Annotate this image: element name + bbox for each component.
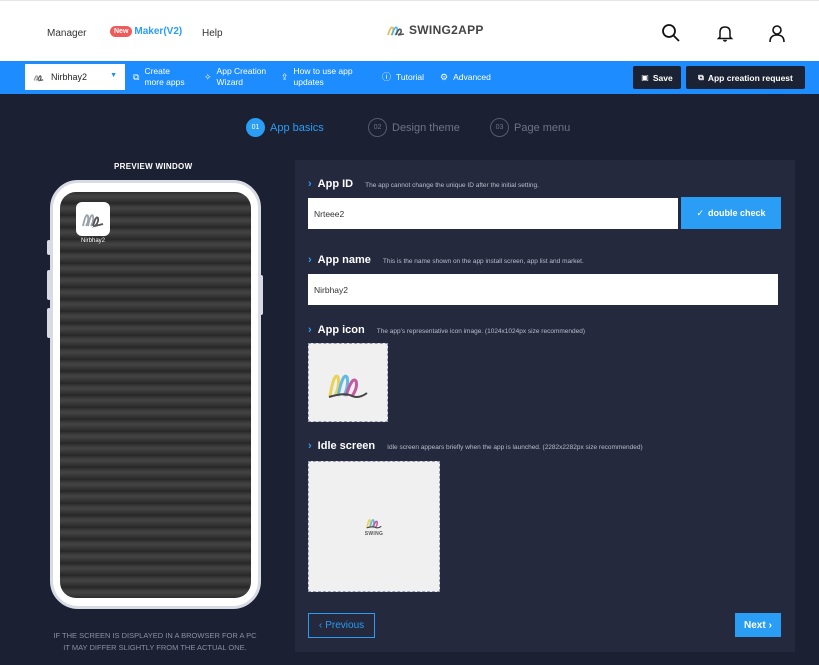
chevron-right-icon: › bbox=[768, 619, 773, 631]
step-label: App basics bbox=[270, 121, 324, 134]
nav-maker[interactable]: New Maker(V2) bbox=[110, 26, 182, 37]
chevron-right-icon: › bbox=[308, 440, 312, 452]
previous-label: Previous bbox=[325, 620, 365, 631]
app-logo-icon bbox=[366, 519, 382, 529]
tutorial-label: Tutorial bbox=[396, 72, 425, 82]
save-label: Save bbox=[652, 72, 673, 83]
nav-maker-label: Maker(V2) bbox=[134, 26, 183, 37]
idle-screen-heading: › Idle screen Idle screen appears briefl… bbox=[308, 440, 643, 452]
app-icon-upload[interactable] bbox=[308, 343, 388, 422]
chevron-right-icon: › bbox=[308, 254, 312, 266]
app-name-heading: › App name This is the name shown on the… bbox=[308, 254, 584, 266]
idle-screen-upload[interactable]: SWING bbox=[308, 461, 440, 592]
preview-title: PREVIEW WINDOW bbox=[114, 162, 193, 171]
copy-icon: ⧉ bbox=[698, 72, 704, 82]
step-label: Design theme bbox=[392, 121, 460, 134]
app-select[interactable]: Nirbhay2 ▼ bbox=[25, 64, 125, 90]
copy-icon: ⧉ bbox=[133, 71, 140, 82]
double-check-button[interactable]: ✓ double check bbox=[681, 197, 781, 229]
next-label: Next bbox=[743, 619, 766, 631]
step-design-theme[interactable]: 02 Design theme bbox=[368, 118, 460, 137]
bell-icon[interactable] bbox=[715, 23, 735, 43]
app-id-input[interactable]: Nrteee2 bbox=[308, 198, 678, 229]
app-name-input[interactable]: Nirbhay2 bbox=[308, 274, 778, 305]
logo-mark-icon bbox=[387, 26, 405, 36]
step-number: 01 bbox=[246, 118, 265, 137]
preview-note-line1: IF THE SCREEN IS DISPLAYED IN A BROWSER … bbox=[53, 631, 257, 640]
logo-text: SWING2APP bbox=[409, 23, 484, 37]
save-button[interactable]: ▣ Save bbox=[633, 66, 681, 89]
app-name-title: App name bbox=[317, 254, 371, 266]
step-label: Page menu bbox=[514, 121, 571, 134]
phone-screen: Nirbhay2 bbox=[60, 192, 251, 598]
save-icon: ▣ bbox=[641, 73, 649, 82]
app-creation-wizard-button[interactable]: ✧ App Creation Wizard bbox=[204, 66, 273, 88]
search-icon[interactable] bbox=[661, 23, 681, 43]
how-to-use-app-updates-button[interactable]: ⇪ How to use app updates bbox=[281, 66, 360, 88]
app-icon-title: App icon bbox=[317, 324, 365, 336]
step-number: 02 bbox=[368, 118, 387, 137]
app-creation-wizard-label: App Creation Wizard bbox=[216, 66, 267, 87]
check-icon: ✓ bbox=[696, 207, 705, 218]
step-app-basics[interactable]: 01 App basics bbox=[246, 118, 324, 137]
idle-screen-title: Idle screen bbox=[317, 440, 376, 452]
next-button[interactable]: Next › bbox=[735, 613, 781, 637]
caret-down-icon: ▼ bbox=[110, 72, 117, 79]
preview-note: IF THE SCREEN IS DISPLAYED IN A BROWSER … bbox=[30, 630, 280, 654]
preview-note-line2: IT MAY DIFFER SLIGHTLY FROM THE ACTUAL O… bbox=[63, 643, 247, 652]
double-check-label: double check bbox=[708, 208, 766, 218]
nav-help[interactable]: Help bbox=[202, 28, 223, 39]
how-to-use-app-updates-label: How to use app updates bbox=[293, 66, 353, 87]
gear-icon: ⚙ bbox=[440, 72, 449, 82]
app-logo-icon bbox=[33, 74, 44, 81]
phone-preview: Nirbhay2 bbox=[50, 180, 261, 609]
chevron-right-icon: › bbox=[308, 324, 312, 336]
create-more-apps-label: Create more apps bbox=[144, 66, 185, 87]
app-icon-desc: The app's representative icon image. (10… bbox=[376, 328, 586, 335]
idle-logo-text: SWING bbox=[364, 531, 384, 537]
app-id-heading: › App ID The app cannot change the uniqu… bbox=[308, 178, 539, 190]
upload-icon: ⇪ bbox=[281, 71, 289, 82]
idle-screen-desc: Idle screen appears briefly when the app… bbox=[387, 444, 643, 451]
previous-button[interactable]: ‹ Previous bbox=[308, 613, 375, 638]
step-page-menu[interactable]: 03 Page menu bbox=[490, 118, 570, 137]
nav-manager[interactable]: Manager bbox=[47, 28, 86, 39]
advanced-button[interactable]: ⚙ Advanced bbox=[440, 72, 491, 83]
app-icon-heading: › App icon The app's representative icon… bbox=[308, 324, 585, 336]
app-name-desc: This is the name shown on the app instal… bbox=[382, 258, 584, 265]
app-logo-icon bbox=[82, 214, 104, 228]
tutorial-button[interactable]: ⓘ Tutorial bbox=[382, 72, 424, 83]
advanced-label: Advanced bbox=[453, 72, 491, 82]
chevron-right-icon: › bbox=[308, 178, 312, 190]
chevron-left-icon: ‹ bbox=[318, 620, 323, 631]
user-icon[interactable] bbox=[767, 23, 787, 43]
app-select-value: Nirbhay2 bbox=[51, 72, 88, 82]
app-creation-request-button[interactable]: ⧉ App creation request bbox=[686, 66, 805, 89]
toolbar: Nirbhay2 ▼ ⧉ Create more apps ✧ App Crea… bbox=[0, 61, 819, 94]
wand-icon: ✧ bbox=[204, 71, 212, 82]
info-icon: ⓘ bbox=[382, 72, 392, 82]
create-more-apps-button[interactable]: ⧉ Create more apps bbox=[133, 66, 190, 88]
new-badge: New bbox=[110, 26, 133, 37]
app-tile-label: Nirbhay2 bbox=[80, 238, 105, 244]
top-header: Manager New Maker(V2) Help SWING2APP bbox=[0, 0, 819, 62]
app-logo-icon bbox=[328, 374, 368, 398]
app-icon-tile bbox=[76, 202, 110, 236]
app-id-title: App ID bbox=[317, 178, 354, 190]
step-number: 03 bbox=[490, 118, 509, 137]
app-id-desc: The app cannot change the unique ID afte… bbox=[365, 182, 539, 189]
logo[interactable]: SWING2APP bbox=[386, 23, 484, 37]
app-creation-request-label: App creation request bbox=[707, 72, 793, 83]
